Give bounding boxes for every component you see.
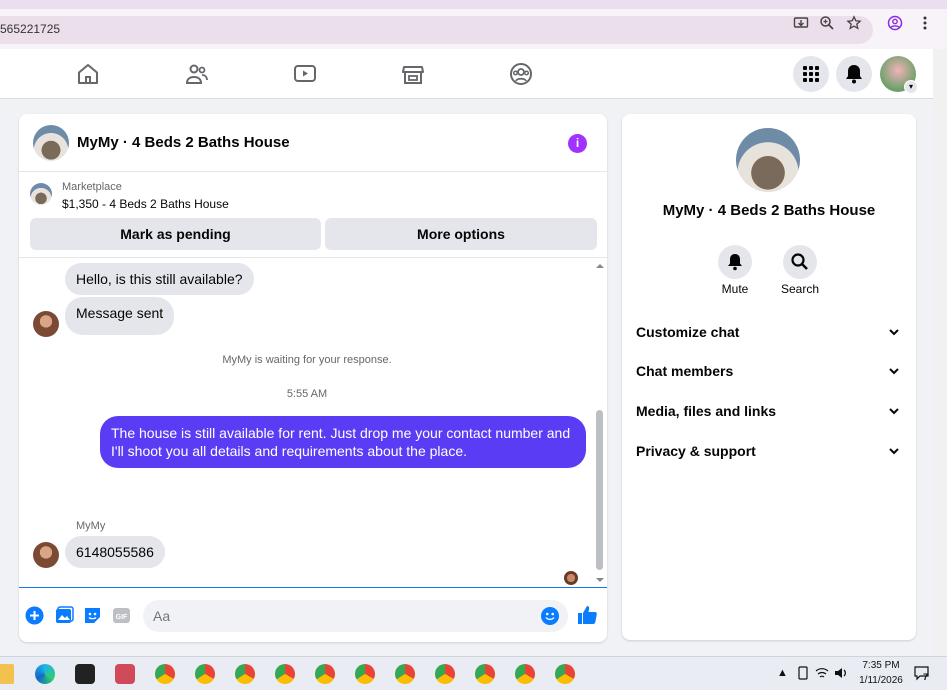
sender-name: MyMy [76, 520, 106, 532]
info-icon[interactable]: i [568, 134, 587, 153]
section-label: Customize chat [636, 324, 740, 340]
menu-kebab-icon[interactable] [917, 15, 933, 31]
groups-icon[interactable] [509, 63, 533, 85]
chat-info-panel: MyMy · 4 Beds 2 Baths House Mute Search … [622, 114, 916, 640]
my-message-bubble: The house is still available for rent. J… [100, 416, 586, 468]
chrome-profile-icon[interactable] [555, 664, 575, 684]
chevron-down-icon[interactable]: ▾ [904, 80, 918, 94]
mute-label[interactable]: Mute [705, 282, 765, 296]
watch-icon[interactable] [293, 63, 317, 85]
seen-avatar [564, 571, 578, 585]
scrollbar-thumb[interactable] [596, 410, 603, 570]
media-files-section[interactable]: Media, files and links [636, 400, 904, 424]
message-bubble: 6148055586 [65, 536, 165, 568]
chrome-profile-icon[interactable] [475, 664, 495, 684]
browser-tabstrip [0, 0, 947, 9]
friends-icon[interactable] [185, 63, 209, 85]
account-avatar[interactable]: ▾ [880, 56, 918, 94]
chrome-profile-icon[interactable] [355, 664, 375, 684]
chevron-down-icon [889, 368, 899, 375]
sender-avatar[interactable] [33, 542, 59, 568]
search-icon[interactable] [783, 245, 817, 279]
more-options-button[interactable]: More options [325, 218, 597, 250]
marketplace-icon[interactable] [401, 63, 425, 85]
emoji-icon[interactable] [541, 607, 559, 625]
like-thumb-icon[interactable] [576, 604, 598, 626]
side-title: MyMy · 4 Beds 2 Baths House [662, 202, 876, 219]
plus-icon[interactable] [25, 606, 44, 625]
section-label: Chat members [636, 363, 734, 379]
message-scrollbar[interactable] [595, 258, 605, 588]
windows-taskbar: ▲ 7:35 PM 1/11/2026 7 [0, 656, 947, 690]
file-explorer-icon[interactable] [0, 664, 14, 684]
app-icon[interactable] [115, 664, 135, 684]
scroll-down-icon[interactable] [595, 576, 605, 584]
chat-avatar[interactable] [33, 125, 69, 161]
message-input[interactable] [143, 600, 568, 632]
notification-count: 7 [923, 672, 929, 682]
photo-icon[interactable] [55, 606, 74, 625]
chevron-down-icon [889, 408, 899, 415]
edge-icon[interactable] [35, 664, 55, 684]
address-text: 565221725 [0, 22, 61, 36]
chrome-profile-icon[interactable] [395, 664, 415, 684]
menu-grid-icon[interactable] [793, 56, 829, 92]
section-label: Privacy & support [636, 443, 756, 459]
search-label[interactable]: Search [770, 282, 830, 296]
chevron-down-icon [889, 329, 899, 336]
wifi-icon[interactable] [815, 666, 829, 683]
privacy-support-section[interactable]: Privacy & support [636, 440, 904, 464]
chrome-profile-icon[interactable] [195, 664, 215, 684]
facebook-top-nav: ▾ [0, 49, 947, 99]
chrome-profile-icon[interactable] [515, 664, 535, 684]
chat-members-section[interactable]: Chat members [636, 360, 904, 384]
message-bubble: Message sent [65, 297, 175, 335]
page-scrollbar[interactable] [933, 49, 947, 656]
home-icon[interactable] [76, 63, 100, 85]
profile-icon[interactable] [887, 15, 903, 31]
clock-date[interactable]: 1/11/2026 [855, 675, 907, 686]
message-list: Hello, is this still available? Message … [19, 257, 607, 587]
listing-title: $1,350 - 4 Beds 2 Baths House [62, 197, 229, 211]
message-bubble: Hello, is this still available? [65, 263, 254, 295]
gif-icon[interactable]: GIF [112, 606, 131, 625]
tray-chevron-up-icon[interactable]: ▲ [777, 667, 788, 679]
section-label: Media, files and links [636, 403, 777, 419]
customize-chat-section[interactable]: Customize chat [636, 321, 904, 345]
chrome-profile-icon[interactable] [435, 664, 455, 684]
bookmark-star-icon[interactable] [846, 15, 862, 31]
notifications-icon[interactable] [836, 56, 872, 92]
chat-title[interactable]: MyMy · 4 Beds 2 Baths House [77, 134, 290, 151]
volume-icon[interactable] [834, 666, 848, 683]
marketplace-listing[interactable]: Marketplace $1,350 - 4 Beds 2 Baths Hous… [19, 172, 607, 217]
chat-header: MyMy · 4 Beds 2 Baths House i [19, 114, 607, 172]
waiting-notice: MyMy is waiting for your response. [222, 354, 392, 366]
listing-thumbnail [30, 183, 52, 205]
clock-time[interactable]: 7:35 PM [855, 660, 907, 671]
notification-center-icon[interactable]: 7 [913, 665, 931, 682]
chat-panel: MyMy · 4 Beds 2 Baths House i Marketplac… [19, 114, 607, 642]
capcut-icon[interactable] [75, 664, 95, 684]
chrome-profile-icon[interactable] [235, 664, 255, 684]
install-app-icon[interactable] [793, 15, 809, 31]
chat-profile-avatar[interactable] [736, 128, 800, 192]
chevron-down-icon [889, 448, 899, 455]
mark-as-pending-button[interactable]: Mark as pending [30, 218, 321, 250]
chrome-icon[interactable] [155, 664, 175, 684]
bell-icon[interactable] [718, 245, 752, 279]
scroll-up-icon[interactable] [595, 262, 605, 270]
zoom-icon[interactable] [819, 15, 835, 31]
tray-device-icon[interactable] [797, 666, 809, 680]
browser-toolbar: 565221725 [0, 9, 947, 49]
chrome-profile-icon[interactable] [315, 664, 335, 684]
address-bar[interactable]: 565221725 [0, 16, 873, 44]
message-composer: GIF [19, 587, 607, 642]
chrome-profile-icon[interactable] [275, 664, 295, 684]
sticker-icon[interactable] [83, 606, 102, 625]
svg-text:GIF: GIF [116, 614, 128, 621]
timestamp: 5:55 AM [286, 388, 328, 400]
marketplace-label: Marketplace [62, 181, 122, 193]
sender-avatar[interactable] [33, 311, 59, 337]
